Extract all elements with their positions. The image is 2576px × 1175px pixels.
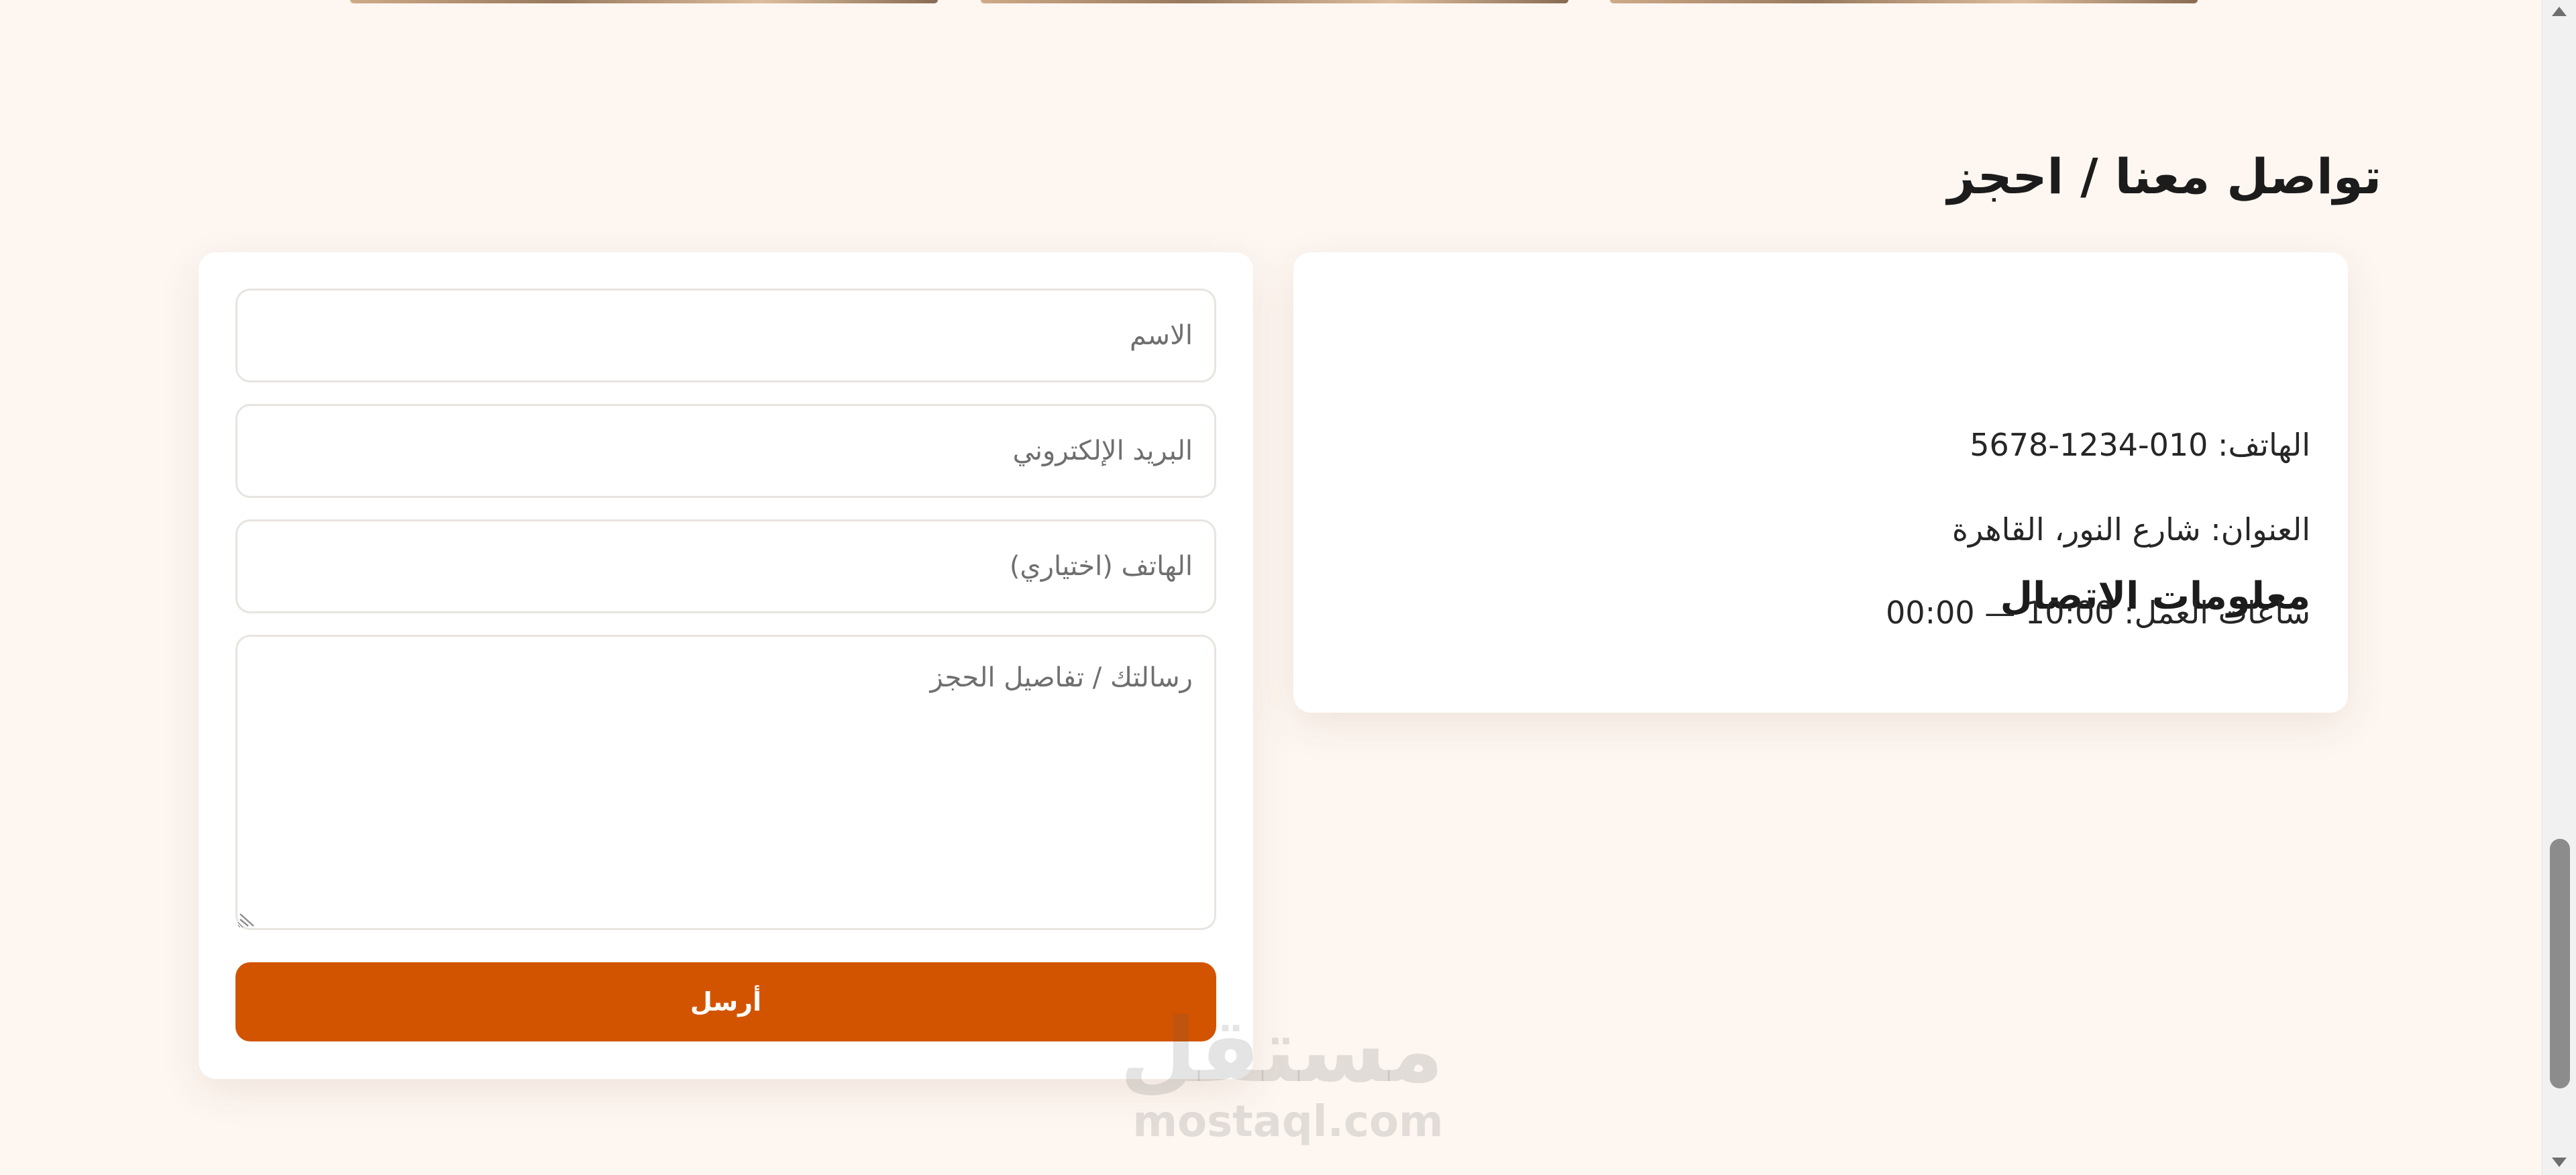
gallery-image-2 xyxy=(981,0,1568,3)
resize-grip-icon[interactable] xyxy=(239,910,256,927)
scroll-down-icon[interactable] xyxy=(2552,1158,2567,1167)
watermark-logo-url: mostaql.com xyxy=(1132,1097,1444,1147)
name-input[interactable] xyxy=(235,289,1216,382)
contact-section-title: تواصل معنا / احجز xyxy=(1947,148,2381,205)
contact-phone: الهاتف: 010-1234-5678 xyxy=(1970,427,2310,463)
gallery-image-1 xyxy=(350,0,938,3)
scroll-up-icon[interactable] xyxy=(2552,7,2567,16)
gallery-image-3 xyxy=(1610,0,2198,3)
email-input[interactable] xyxy=(235,404,1216,498)
submit-button[interactable]: أرسل xyxy=(235,962,1216,1041)
scrollbar-thumb[interactable] xyxy=(2550,839,2570,1088)
contact-address: العنوان: شارع النور، القاهرة xyxy=(1951,511,2310,548)
contact-info-card: معلومات الاتصال الهاتف: 010-1234-5678 ال… xyxy=(1293,252,2348,713)
contact-form-card: أرسل xyxy=(199,252,1253,1079)
vertical-scrollbar[interactable] xyxy=(2542,0,2576,1175)
phone-input[interactable] xyxy=(235,519,1216,613)
working-hours: ساعات العمل: 10:00 — 00:00 xyxy=(1886,595,2310,631)
message-textarea[interactable] xyxy=(235,635,1216,930)
